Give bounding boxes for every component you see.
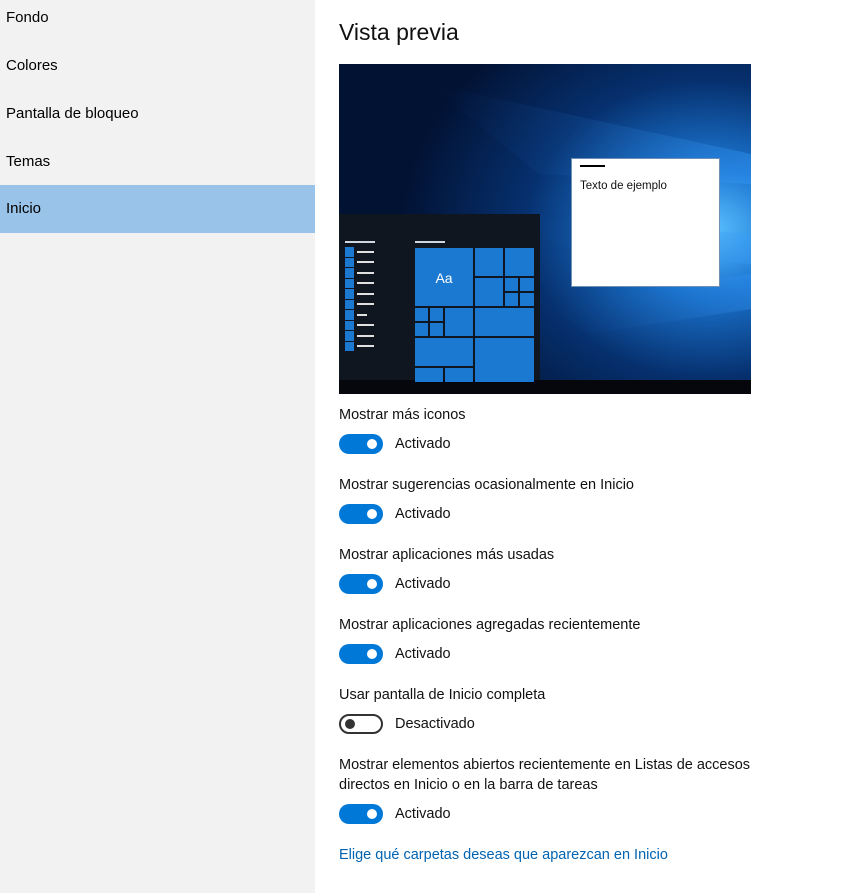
sidebar-item-fondo[interactable]: Fondo bbox=[0, 0, 315, 42]
toggle-knob bbox=[367, 579, 377, 589]
toggle-state-label: Activado bbox=[395, 436, 451, 452]
setting-label: Mostrar aplicaciones más usadas bbox=[339, 547, 555, 563]
toggle-state-label: Activado bbox=[395, 576, 451, 592]
toggle-elementos-recientes[interactable] bbox=[339, 804, 383, 824]
choose-folders-link[interactable]: Elige qué carpetas deseas que aparezcan … bbox=[339, 845, 668, 865]
toggle-state-label: Activado bbox=[395, 646, 451, 662]
toggle-knob bbox=[367, 509, 377, 519]
toggle-knob bbox=[367, 809, 377, 819]
toggle-knob bbox=[367, 649, 377, 659]
sidebar-item-temas[interactable]: Temas bbox=[0, 138, 315, 186]
setting-elementos-recientes: Mostrar elementos abiertos recientemente… bbox=[339, 755, 779, 827]
setting-agregadas-recientemente: Mostrar aplicaciones agregadas recientem… bbox=[339, 615, 799, 667]
setting-sugerencias: Mostrar sugerencias ocasionalmente en In… bbox=[339, 475, 799, 527]
sidebar-item-pantalla-de-bloqueo[interactable]: Pantalla de bloqueo bbox=[0, 90, 315, 138]
app-list-mock bbox=[345, 247, 374, 351]
toggle-knob bbox=[345, 719, 355, 729]
toggle-pantalla-completa[interactable] bbox=[339, 714, 383, 734]
toggle-knob bbox=[367, 439, 377, 449]
toggle-state-label: Desactivado bbox=[395, 716, 475, 732]
sidebar-item-colores[interactable]: Colores bbox=[0, 42, 315, 90]
setting-mas-iconos: Mostrar más iconos Activado bbox=[339, 405, 799, 457]
page-title: Vista previa bbox=[339, 19, 459, 45]
setting-mas-usadas: Mostrar aplicaciones más usadas Activado bbox=[339, 545, 799, 597]
toggle-mas-iconos[interactable] bbox=[339, 434, 383, 454]
sample-window: Texto de ejemplo bbox=[571, 158, 720, 287]
setting-label: Mostrar sugerencias ocasionalmente en In… bbox=[339, 477, 634, 493]
toggle-agregadas-recientemente[interactable] bbox=[339, 644, 383, 664]
toggle-state-label: Activado bbox=[395, 506, 451, 522]
setting-label: Mostrar aplicaciones agregadas recientem… bbox=[339, 617, 641, 633]
start-menu-mock: Aa bbox=[339, 214, 540, 382]
sidebar-item-inicio[interactable]: Inicio bbox=[0, 185, 315, 233]
sample-text: Texto de ejemplo bbox=[580, 180, 667, 192]
setting-pantalla-completa: Usar pantalla de Inicio completa Desacti… bbox=[339, 685, 799, 737]
setting-label: Mostrar más iconos bbox=[339, 407, 466, 423]
setting-label: Usar pantalla de Inicio completa bbox=[339, 687, 546, 703]
toggle-state-label: Activado bbox=[395, 806, 451, 822]
toggle-mas-usadas[interactable] bbox=[339, 574, 383, 594]
main-panel: Vista previa Aa Texto de ejemplo Mostrar… bbox=[315, 0, 854, 893]
tile-grid-mock: Aa bbox=[415, 248, 534, 382]
start-preview: Aa Texto de ejemplo bbox=[339, 64, 751, 394]
sidebar: Fondo Colores Pantalla de bloqueo Temas … bbox=[0, 0, 315, 893]
tile-label: Aa bbox=[435, 270, 453, 286]
toggle-sugerencias[interactable] bbox=[339, 504, 383, 524]
setting-label: Mostrar elementos abiertos recientemente… bbox=[339, 757, 751, 793]
